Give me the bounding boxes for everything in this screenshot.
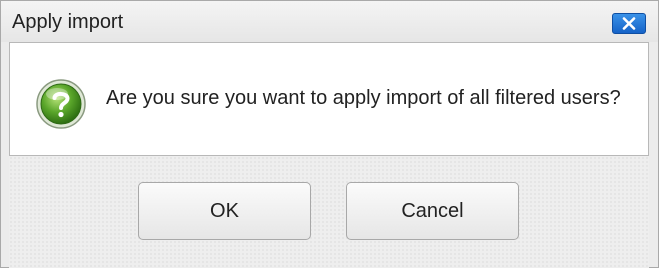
dialog-title: Apply import [12,11,124,33]
close-button[interactable] [612,13,646,34]
confirmation-message: Are you sure you want to apply import of… [106,87,621,109]
close-icon [622,17,636,30]
cancel-button[interactable]: Cancel [346,182,519,240]
apply-import-dialog: Apply import Are you sure you want to ap… [0,0,659,268]
dialog-titlebar[interactable]: Apply import [1,1,658,42]
question-icon [36,79,86,129]
ok-button[interactable]: OK [138,182,311,240]
button-bar: OK Cancel [9,156,649,268]
message-panel: Are you sure you want to apply import of… [9,42,649,156]
